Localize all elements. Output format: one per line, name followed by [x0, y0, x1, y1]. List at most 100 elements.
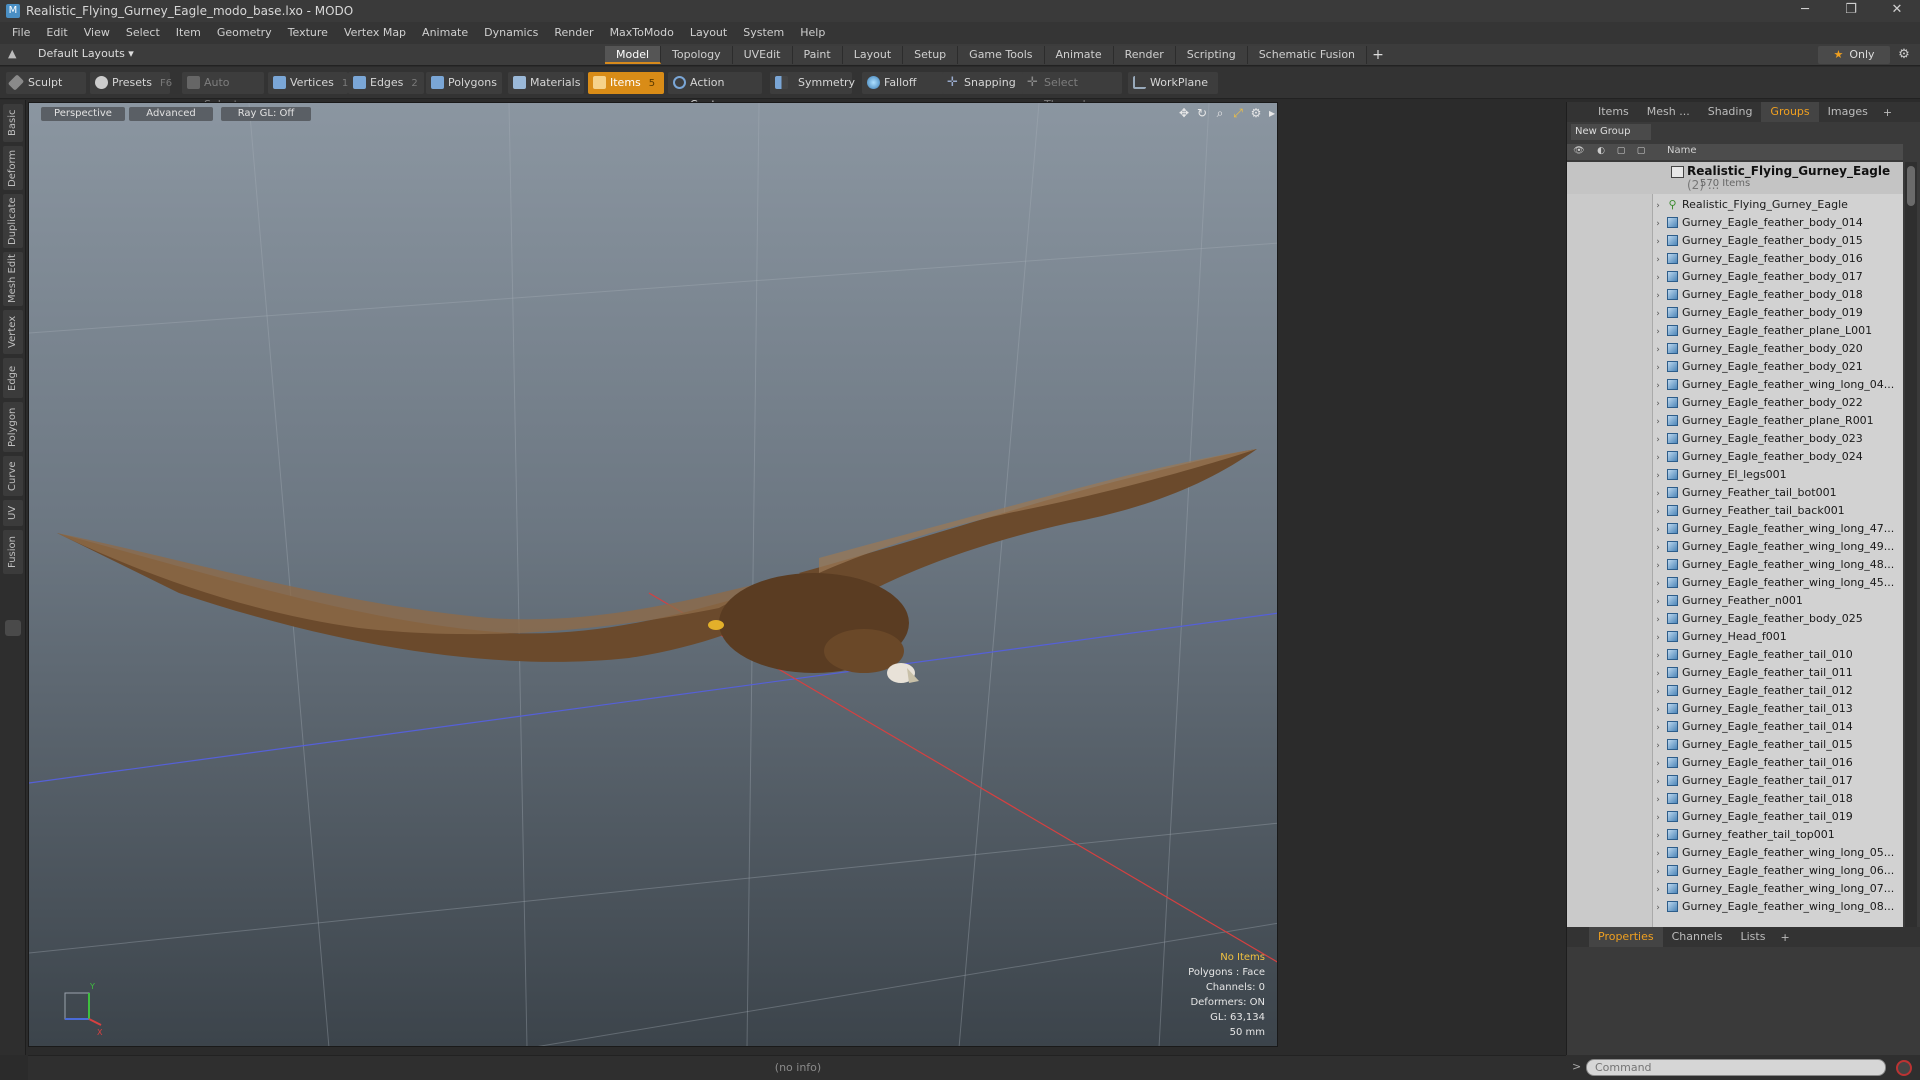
list-item[interactable]: › Gurney_Eagle_feather_plane_R001: [1653, 412, 1903, 430]
expand-arrow-icon[interactable]: ›: [1653, 557, 1663, 574]
list-item[interactable]: › Gurney_Feather_n001: [1653, 592, 1903, 610]
expand-arrow-icon[interactable]: ›: [1653, 197, 1663, 214]
expand-arrow-icon[interactable]: ›: [1653, 287, 1663, 304]
add-panel-tab-button[interactable]: +: [1877, 106, 1898, 119]
tab-layout[interactable]: Layout: [842, 46, 904, 64]
tab-uv[interactable]: UV: [3, 500, 23, 526]
tab-mesh-edit[interactable]: Mesh Edit: [3, 252, 23, 306]
expand-arrow-icon[interactable]: ›: [1653, 755, 1663, 772]
list-item[interactable]: › Gurney_Eagle_feather_body_023: [1653, 430, 1903, 448]
group-row[interactable]: Realistic_Flying_Gurney_Eagle (2) ... 57…: [1567, 162, 1903, 194]
tab-groups[interactable]: Groups: [1761, 102, 1819, 122]
list-item[interactable]: › Gurney_Eagle_feather_body_022: [1653, 394, 1903, 412]
expand-arrow-icon[interactable]: ›: [1653, 413, 1663, 430]
add-props-tab-button[interactable]: +: [1774, 931, 1795, 944]
tab-setup[interactable]: Setup: [903, 46, 959, 64]
list-item[interactable]: › Gurney_Head_f001: [1653, 628, 1903, 646]
tab-render[interactable]: Render: [1113, 46, 1176, 64]
expand-arrow-icon[interactable]: ›: [1653, 881, 1663, 898]
tab-lists[interactable]: Lists: [1732, 927, 1775, 947]
expand-arrow-icon[interactable]: ›: [1653, 575, 1663, 592]
tab-duplicate[interactable]: Duplicate: [3, 194, 23, 248]
list-item[interactable]: › Gurney_Eagle_feather_body_016: [1653, 250, 1903, 268]
close-button[interactable]: ✕: [1874, 0, 1920, 22]
scrollbar-thumb[interactable]: [1907, 166, 1915, 206]
select-through-button[interactable]: ✛ Select Through: [1022, 72, 1122, 111]
tab-edge[interactable]: Edge: [3, 358, 23, 398]
tab-curve[interactable]: Curve: [3, 456, 23, 496]
tab-channels[interactable]: Channels: [1663, 927, 1732, 947]
expand-arrow-icon[interactable]: ›: [1653, 485, 1663, 502]
expand-arrow-icon[interactable]: ›: [1653, 251, 1663, 268]
fit-view-icon[interactable]: ⤢: [1231, 106, 1245, 120]
perspective-dropdown[interactable]: Perspective: [41, 107, 125, 121]
menu-animate[interactable]: Animate: [416, 22, 478, 44]
list-item[interactable]: › Gurney_Eagle_feather_tail_017: [1653, 772, 1903, 790]
menu-dynamics[interactable]: Dynamics: [478, 22, 548, 44]
tab-images[interactable]: Images: [1819, 102, 1877, 122]
list-item[interactable]: › Gurney_Eagle_feather_body_015: [1653, 232, 1903, 250]
items-button[interactable]: Items 5: [588, 72, 664, 94]
menu-vertex-map[interactable]: Vertex Map: [338, 22, 416, 44]
list-item[interactable]: › Gurney_Eagle_feather_body_025: [1653, 610, 1903, 628]
list-item[interactable]: › Gurney_Eagle_feather_tail_015: [1653, 736, 1903, 754]
expand-arrow-icon[interactable]: ›: [1653, 395, 1663, 412]
advanced-dropdown[interactable]: Advanced: [129, 107, 213, 121]
list-item[interactable]: › Gurney_Eagle_feather_tail_010: [1653, 646, 1903, 664]
list-item[interactable]: › Gurney_El_legs001: [1653, 466, 1903, 484]
raygl-toggle[interactable]: Ray GL: Off: [221, 107, 311, 121]
tab-schematic-fusion[interactable]: Schematic Fusion: [1247, 46, 1368, 64]
expand-arrow-icon[interactable]: ›: [1653, 323, 1663, 340]
workplane-button[interactable]: WorkPlane: [1128, 72, 1218, 94]
default-layouts-dropdown[interactable]: Default Layouts ▾: [38, 47, 134, 60]
expand-arrow-icon[interactable]: ›: [1653, 737, 1663, 754]
list-item[interactable]: › Gurney_Feather_tail_bot001: [1653, 484, 1903, 502]
list-item[interactable]: › Gurney_Eagle_feather_wing_long_47...: [1653, 520, 1903, 538]
list-item[interactable]: › Gurney_Eagle_feather_tail_013: [1653, 700, 1903, 718]
tab-game-tools[interactable]: Game Tools: [958, 46, 1045, 64]
expand-arrow-icon[interactable]: ›: [1653, 449, 1663, 466]
symmetry-button[interactable]: Symmetry: [770, 72, 855, 94]
restore-button[interactable]: ❐: [1828, 0, 1874, 22]
expand-arrow-icon[interactable]: ›: [1653, 467, 1663, 484]
render-column-icon[interactable]: ◐: [1595, 146, 1607, 158]
list-item[interactable]: › Gurney_Eagle_feather_tail_018: [1653, 790, 1903, 808]
list-item[interactable]: › Gurney_Eagle_feather_tail_014: [1653, 718, 1903, 736]
list-item[interactable]: › Gurney_Eagle_feather_wing_long_45...: [1653, 574, 1903, 592]
expand-arrow-icon[interactable]: ›: [1653, 521, 1663, 538]
list-item[interactable]: › Gurney_Eagle_feather_wing_long_04...: [1653, 376, 1903, 394]
snapping-button[interactable]: ✛ Snapping: [942, 72, 1026, 94]
list-item[interactable]: › Gurney_Eagle_feather_body_021: [1653, 358, 1903, 376]
expand-arrow-icon[interactable]: ›: [1653, 611, 1663, 628]
list-item[interactable]: › Gurney_Eagle_feather_body_020: [1653, 340, 1903, 358]
viewport-expand-icon[interactable]: ▸: [1265, 106, 1277, 120]
sculpt-button[interactable]: Sculpt: [6, 72, 86, 94]
expand-arrow-icon[interactable]: ›: [1653, 719, 1663, 736]
materials-button[interactable]: Materials: [508, 72, 584, 94]
menu-help[interactable]: Help: [794, 22, 835, 44]
expand-arrow-icon[interactable]: ›: [1653, 665, 1663, 682]
menu-render[interactable]: Render: [548, 22, 603, 44]
only-toggle[interactable]: ★ Only: [1818, 46, 1890, 64]
command-input[interactable]: [1586, 1059, 1886, 1076]
list-item[interactable]: › Gurney_feather_tail_top001: [1653, 826, 1903, 844]
falloff-button[interactable]: Falloff: [862, 72, 944, 94]
list-item[interactable]: › Gurney_Eagle_feather_wing_long_49...: [1653, 538, 1903, 556]
tab-uvedit[interactable]: UVEdit: [732, 46, 793, 64]
expand-arrow-icon[interactable]: ›: [1653, 791, 1663, 808]
expand-arrow-icon[interactable]: ›: [1653, 629, 1663, 646]
menu-geometry[interactable]: Geometry: [211, 22, 282, 44]
list-item[interactable]: › Gurney_Eagle_feather_wing_long_08...: [1653, 898, 1903, 916]
tab-shading[interactable]: Shading: [1699, 102, 1762, 122]
list-item[interactable]: › Gurney_Eagle_feather_wing_long_06...: [1653, 862, 1903, 880]
tab-mesh[interactable]: Mesh ...: [1638, 102, 1699, 122]
menu-edit[interactable]: Edit: [40, 22, 77, 44]
tab-basic[interactable]: Basic: [3, 104, 23, 142]
expand-arrow-icon[interactable]: ›: [1653, 233, 1663, 250]
tab-scripting[interactable]: Scripting: [1175, 46, 1248, 64]
menu-item[interactable]: Item: [170, 22, 211, 44]
viewport-settings-icon[interactable]: ⚙: [1249, 106, 1263, 120]
expand-arrow-icon[interactable]: ›: [1653, 701, 1663, 718]
expand-arrow-icon[interactable]: ›: [1653, 539, 1663, 556]
expand-arrow-icon[interactable]: ›: [1653, 341, 1663, 358]
